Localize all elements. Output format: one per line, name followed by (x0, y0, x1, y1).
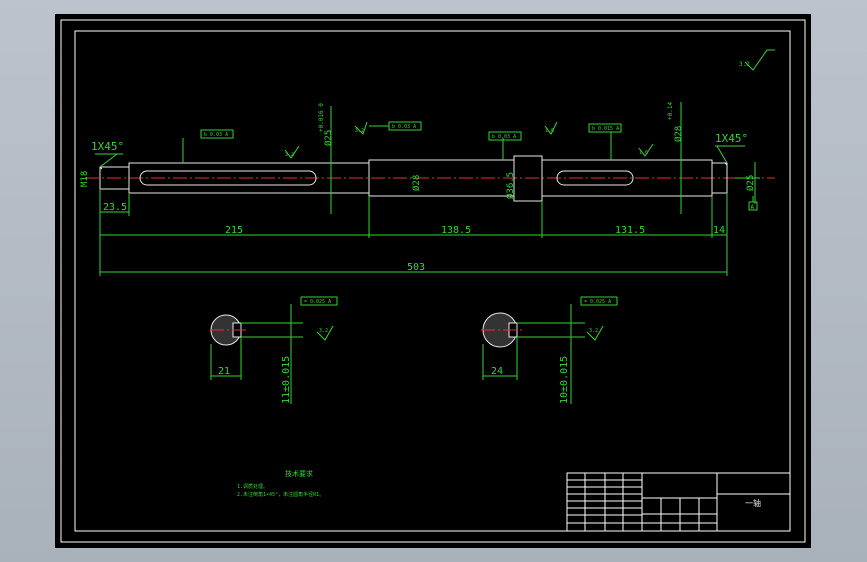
cad-drawing-canvas[interactable]: 3.2 M18 Ø28 Ø36.5 Ø25 Ø25 +0.016 0 Ø28 +… (55, 14, 811, 548)
roughness-c-text: 1.6 (545, 128, 554, 134)
drawing-svg: 3.2 M18 Ø28 Ø36.5 Ø25 Ø25 +0.016 0 Ø28 +… (60, 19, 806, 543)
outer-border (60, 19, 806, 543)
section-view-1: = 0.025 A 3.2 11±0.015 21 (210, 296, 338, 404)
section1-roughness: 3.2 (319, 328, 328, 334)
section1-tol-frame: = 0.025 A (304, 299, 331, 305)
section2-roughness: 3.2 (589, 328, 598, 334)
diameter-end-label: Ø25 (745, 175, 756, 191)
section2-depth-label: 24 (491, 366, 503, 377)
section2-width-label: 10±0.015 (559, 356, 570, 404)
roughness-mark-d: 1.6 (638, 143, 654, 157)
section1-width-label: 11±0.015 (281, 356, 292, 404)
notes-heading: 技术要求 (285, 469, 313, 478)
roughness-a-text: 3.2 (285, 152, 294, 158)
tolerance-key2-label: +0.14 (667, 102, 674, 120)
diameter-mid-label: Ø28 (411, 175, 422, 191)
tolerance-frame-4: b 0.015 A (588, 123, 622, 160)
roughness-mark-c: 1.6 (544, 121, 558, 135)
diameter-shoulder-label: Ø36.5 (505, 172, 516, 199)
section-view-2: = 0.025 A 3.2 10±0.015 24 (481, 296, 618, 404)
length-seg4-label: 14 (713, 225, 725, 236)
length-seg1-label: 215 (225, 225, 243, 236)
tolerance-frame-2-text: b 0.03 A (392, 124, 416, 130)
roughness-d-text: 1.6 (639, 150, 648, 156)
length-seg3-label: 131.5 (615, 225, 645, 236)
length-end-label: 23.5 (103, 202, 127, 213)
roughness-mark-a: 3.2 (284, 145, 300, 159)
general-roughness-symbol: 3.2 (739, 49, 775, 71)
tolerance-frame-3-text: b 0.03 A (492, 134, 516, 140)
thread-label: M18 (80, 171, 90, 187)
tolerance-key1-label: +0.016 0 (318, 103, 325, 132)
length-seg2-label: 138.5 (441, 225, 471, 236)
datum-label: A (751, 204, 755, 211)
chamfer-right-label: 1X45° (715, 132, 748, 145)
tolerance-frame-2: b 0.03 A (369, 121, 422, 131)
tolerance-frame-4-text: b 0.015 A (592, 126, 619, 132)
notes-line-2: 2.未注倒角1×45°，未注圆角半径R1。 (237, 491, 324, 498)
diameter-key2-label: Ø28 (673, 126, 684, 142)
title-block: 一轴 (566, 472, 791, 532)
chamfer-left-label: 1X45° (91, 140, 124, 153)
notes-line-1: 1.调质处理。 (237, 483, 268, 490)
section2-tol-frame: = 0.025 A (584, 299, 611, 305)
title-block-part-name: 一轴 (745, 498, 761, 508)
roughness-b-text: 3.2 (355, 128, 364, 134)
length-total-label: 503 (407, 262, 425, 273)
roughness-mark-b: 3.2 (354, 121, 368, 135)
general-roughness-value: 3.2 (739, 61, 750, 68)
tolerance-frame-1: b 0.03 A (182, 129, 234, 163)
section1-depth-label: 21 (218, 366, 230, 377)
tolerance-frame-1-text: b 0.03 A (204, 132, 228, 138)
inner-frame (74, 30, 791, 532)
